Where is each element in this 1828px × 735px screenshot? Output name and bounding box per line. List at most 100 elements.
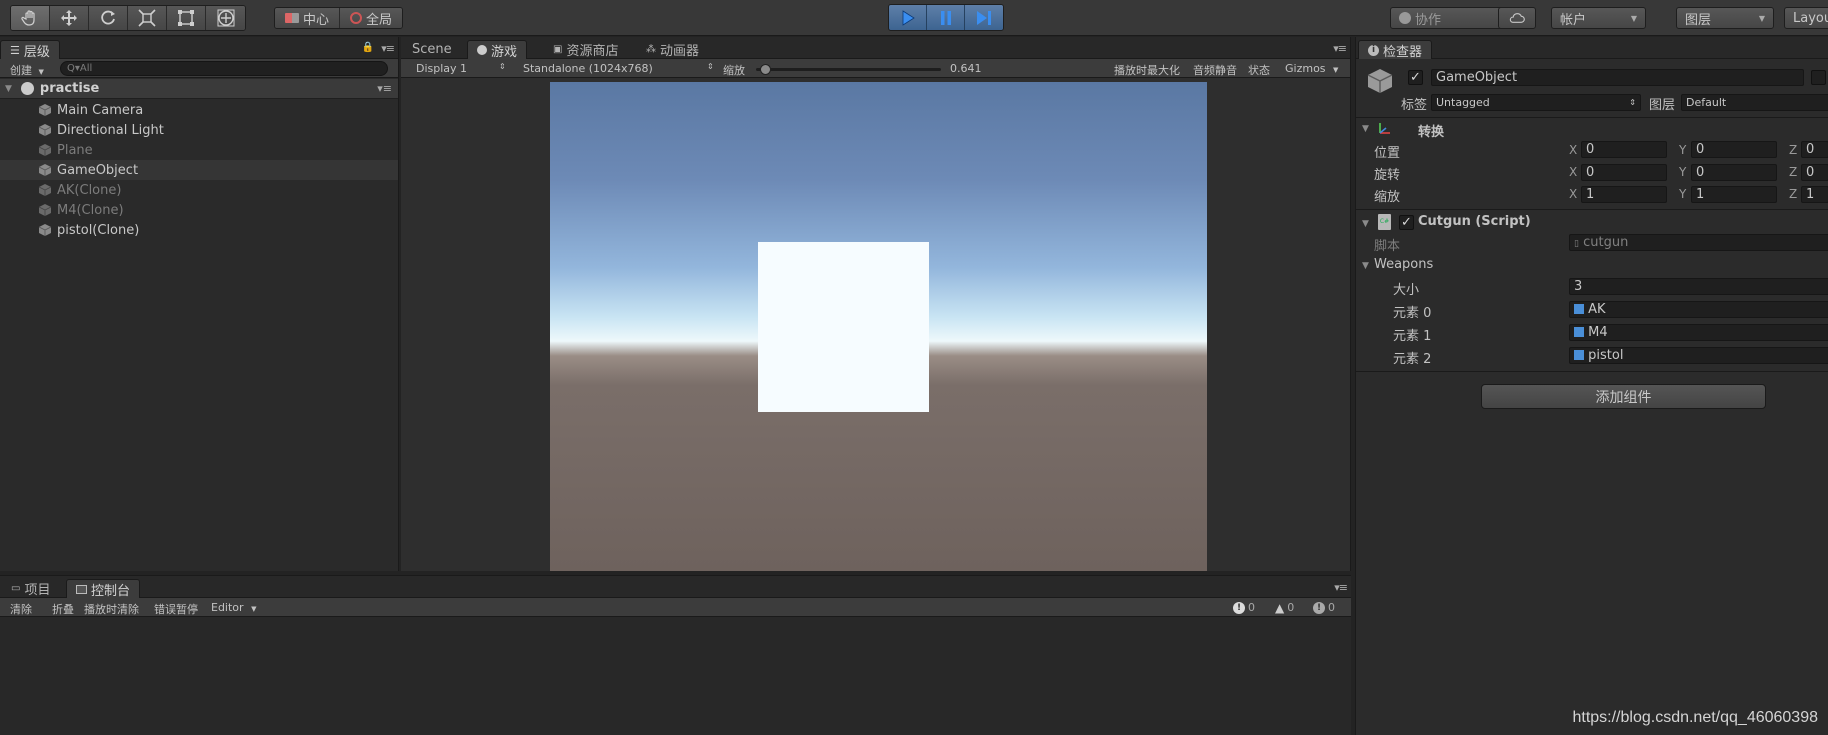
scene-menu-icon[interactable]: ▾≡ [377, 82, 392, 95]
panel-menu-icon[interactable]: ▾≡ [1334, 581, 1348, 594]
script-enabled-checkbox[interactable]: ✓ [1399, 215, 1414, 230]
pause-button[interactable] [927, 5, 965, 30]
transform-tool-button[interactable] [206, 6, 245, 30]
position-x-field[interactable]: 0 [1581, 141, 1667, 158]
layout-dropdown[interactable]: Layout [1784, 7, 1828, 29]
tab-inspector[interactable]: i 检查器 [1358, 40, 1433, 60]
hierarchy-item-m4-clone[interactable]: M4(Clone) [0, 200, 398, 220]
scene-header-row[interactable]: ▼ practise ▾≡ [0, 79, 398, 99]
clear-button[interactable]: 清除 [10, 601, 32, 617]
move-icon [61, 10, 77, 26]
scale-z-field[interactable]: 1 [1801, 186, 1828, 203]
pivot-center-button[interactable]: 中心 [275, 8, 341, 28]
display-dropdown[interactable]: Display 1 ⇕ [416, 62, 506, 75]
tab-game-label: 游戏 [491, 44, 518, 60]
gameobject-cube-icon [38, 124, 52, 136]
game-toolbar: Display 1 ⇕ Standalone (1024x768) ⇕ 缩放 0… [401, 59, 1350, 78]
hierarchy-item-ak-clone[interactable]: AK(Clone) [0, 180, 398, 200]
hierarchy-search-input[interactable]: Q▾All [60, 61, 388, 76]
error-count-toggle[interactable]: ! 0 [1313, 599, 1335, 616]
tab-asset-store[interactable]: ▣ 资源商店 [544, 40, 627, 59]
static-checkbox[interactable] [1811, 70, 1826, 85]
tab-console-label: 控制台 [91, 583, 131, 599]
panel-menu-icon[interactable]: ▾≡ [381, 42, 395, 55]
tab-console[interactable]: 控制台 [66, 579, 141, 599]
scale-label: 缩放 [723, 64, 745, 77]
mute-audio-toggle[interactable]: 音频静音 [1193, 62, 1237, 78]
warning-triangle-icon: ▲ [1275, 600, 1285, 615]
pacman-icon [477, 45, 487, 55]
error-pause-toggle[interactable]: 错误暂停 [154, 601, 198, 617]
tab-animator[interactable]: ⁂ 动画器 [637, 40, 708, 59]
tab-hierarchy[interactable]: ☰ 层级 [0, 40, 60, 60]
lock-icon[interactable]: 🔒 [362, 42, 374, 53]
play-button[interactable] [889, 5, 927, 30]
add-component-button[interactable]: 添加组件 [1481, 384, 1766, 409]
hand-tool-button[interactable] [11, 6, 50, 30]
fold-arrow-icon[interactable]: ▼ [1362, 261, 1369, 271]
position-z-field[interactable]: 0 [1801, 141, 1828, 158]
tab-game[interactable]: 游戏 [467, 40, 528, 60]
maximize-on-play-toggle[interactable]: 播放时最大化 [1114, 62, 1180, 78]
weapons-size-field[interactable]: 3 [1569, 278, 1828, 295]
rotate-tool-button[interactable] [89, 6, 128, 30]
info-icon: i [1368, 44, 1379, 56]
separator [1356, 209, 1828, 210]
tab-project[interactable]: ▭ 项目 [2, 579, 59, 598]
tag-dropdown[interactable]: Untagged ⇕ [1431, 94, 1641, 111]
fold-arrow-icon[interactable]: ▼ [1362, 219, 1369, 229]
scale-tool-button[interactable] [128, 6, 167, 30]
hierarchy-item-plane[interactable]: Plane [0, 140, 398, 160]
step-button[interactable] [965, 5, 1003, 30]
rect-tool-button[interactable] [167, 6, 206, 30]
tab-project-label: 项目 [24, 583, 51, 598]
element-2-field[interactable]: pistol [1569, 347, 1828, 364]
item-label: AK(Clone) [57, 182, 122, 198]
transform-title: 转换 [1418, 125, 1445, 140]
hierarchy-item-pistol-clone[interactable]: pistol(Clone) [0, 220, 398, 240]
scale-slider-knob[interactable] [759, 64, 771, 75]
updown-icon: ⇕ [1629, 98, 1636, 107]
element-1-field[interactable]: M4 [1569, 324, 1828, 341]
panel-menu-icon[interactable]: ▾≡ [1333, 42, 1347, 55]
game-viewport[interactable] [550, 82, 1207, 571]
account-dropdown[interactable]: 帐户 ▼ [1551, 7, 1646, 29]
collapse-toggle[interactable]: 折叠 [52, 601, 74, 617]
scale-y-field[interactable]: 1 [1691, 186, 1777, 203]
cloud-button[interactable] [1498, 7, 1536, 29]
store-bag-icon: ▣ [553, 44, 563, 55]
console-tabbar: ▭ 项目 控制台 ▾≡ [0, 576, 1351, 599]
active-checkbox[interactable]: ✓ [1408, 70, 1423, 85]
move-tool-button[interactable] [50, 6, 89, 30]
scale-slider[interactable] [756, 64, 941, 75]
rotation-x-field[interactable]: 0 [1581, 164, 1667, 181]
global-local-button[interactable]: 全局 [340, 8, 403, 28]
resolution-dropdown[interactable]: Standalone (1024x768) ⇕ [523, 62, 714, 75]
object-name-field[interactable]: GameObject [1431, 69, 1804, 86]
rotation-z-field[interactable]: 0 [1801, 164, 1828, 181]
layers-dropdown[interactable]: 图层 ▼ [1676, 7, 1774, 29]
position-y-field[interactable]: 0 [1691, 141, 1777, 158]
hand-icon [21, 10, 35, 26]
axis-y-label: Y [1679, 143, 1687, 157]
log-count-toggle[interactable]: ! 0 [1233, 599, 1255, 616]
fold-arrow-icon[interactable]: ▼ [1362, 124, 1369, 134]
tab-scene[interactable]: Scene [403, 40, 461, 59]
element-0-field[interactable]: AK [1569, 301, 1828, 318]
gameobject-cube-icon [38, 224, 52, 236]
hierarchy-item-gameobject[interactable]: GameObject [0, 160, 398, 180]
scale-x-field[interactable]: 1 [1581, 186, 1667, 203]
axis-x-label: X [1569, 165, 1578, 179]
gizmos-dropdown[interactable]: Gizmos ▼ [1285, 62, 1338, 75]
axis-y-label: Y [1679, 187, 1687, 201]
warning-count-toggle[interactable]: ▲ 0 [1275, 599, 1294, 616]
hierarchy-item-main-camera[interactable]: Main Camera [0, 100, 398, 120]
create-dropdown[interactable]: 创建 ▼ [10, 62, 44, 78]
clear-on-play-toggle[interactable]: 播放时清除 [84, 601, 139, 617]
fold-arrow-icon[interactable]: ▼ [5, 84, 12, 94]
stats-toggle[interactable]: 状态 [1248, 62, 1270, 78]
layer-dropdown[interactable]: Default [1681, 94, 1828, 111]
hierarchy-item-directional-light[interactable]: Directional Light [0, 120, 398, 140]
editor-dropdown[interactable]: Editor ▼ [211, 601, 256, 614]
rotation-y-field[interactable]: 0 [1691, 164, 1777, 181]
